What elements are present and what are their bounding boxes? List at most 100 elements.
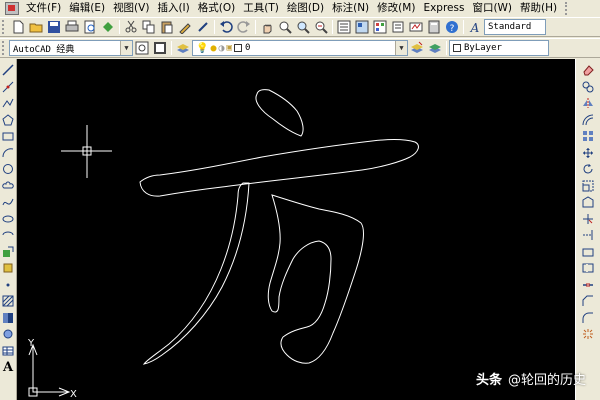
menu-help[interactable]: 帮助(H)	[516, 0, 561, 17]
linetype-dropdown[interactable]: ByLayer	[449, 40, 549, 56]
spline-icon[interactable]	[1, 195, 15, 209]
erase-icon[interactable]	[581, 63, 595, 77]
layers-toolbar: AutoCAD 经典 ▼ 💡 ● ◑ ▣ 0 ▼ ByLayer	[0, 38, 600, 58]
line-icon[interactable]	[1, 63, 15, 77]
zoom-window-icon[interactable]	[295, 19, 311, 35]
menu-express[interactable]: Express	[419, 0, 468, 17]
zoom-realtime-icon[interactable]	[277, 19, 293, 35]
move-icon[interactable]	[581, 146, 595, 160]
match-properties-icon[interactable]	[177, 19, 193, 35]
workspace-settings-icon[interactable]	[134, 40, 150, 56]
layer-manager-icon[interactable]	[175, 40, 191, 56]
scale-icon[interactable]	[581, 179, 595, 193]
break-at-point-icon[interactable]	[581, 245, 595, 259]
pan-icon[interactable]	[259, 19, 275, 35]
ellipse-arc-icon[interactable]	[1, 228, 15, 242]
hatch-icon[interactable]	[1, 294, 15, 308]
redo-icon[interactable]	[236, 19, 252, 35]
point-icon[interactable]	[1, 278, 15, 292]
menu-insert[interactable]: 插入(I)	[153, 0, 193, 17]
make-current-layer-icon[interactable]	[409, 40, 425, 56]
make-block-icon[interactable]	[1, 261, 15, 275]
menu-file[interactable]: 文件(F)	[22, 0, 65, 17]
multiline-text-icon[interactable]: A	[1, 360, 15, 374]
fillet-icon[interactable]	[581, 311, 595, 325]
rectangle-icon[interactable]	[1, 129, 15, 143]
explode-icon[interactable]	[581, 327, 595, 341]
cut-icon[interactable]	[123, 19, 139, 35]
chevron-down-icon[interactable]: ▼	[395, 41, 407, 55]
extend-icon[interactable]	[581, 228, 595, 242]
array-icon[interactable]	[581, 129, 595, 143]
text-style-icon[interactable]: A	[467, 19, 483, 35]
ucs-icon	[28, 343, 71, 397]
copy-object-icon[interactable]	[581, 80, 595, 94]
chevron-down-icon[interactable]: ▼	[120, 41, 132, 55]
layer-dropdown[interactable]: 💡 ● ◑ ▣ 0 ▼	[192, 40, 408, 56]
markup-icon[interactable]	[408, 19, 424, 35]
polygon-icon[interactable]	[1, 113, 15, 127]
character-left-sweep-outline	[142, 182, 250, 365]
undo-icon[interactable]	[218, 19, 234, 35]
menu-edit[interactable]: 编辑(E)	[65, 0, 109, 17]
gradient-icon[interactable]	[1, 311, 15, 325]
menu-dimension[interactable]: 标注(N)	[328, 0, 373, 17]
open-folder-icon[interactable]	[28, 19, 44, 35]
separator	[214, 20, 215, 34]
table-icon[interactable]	[1, 344, 15, 358]
menu-view[interactable]: 视图(V)	[109, 0, 153, 17]
print-icon[interactable]	[64, 19, 80, 35]
trim-icon[interactable]	[581, 212, 595, 226]
toolbar-grip[interactable]	[2, 41, 6, 55]
properties-icon[interactable]	[336, 19, 352, 35]
workspace-dropdown[interactable]: AutoCAD 经典 ▼	[9, 40, 133, 56]
toolbar-grip[interactable]	[2, 20, 6, 34]
lock-icon: ▣	[226, 43, 232, 53]
circle-icon[interactable]	[1, 162, 15, 176]
construction-line-icon[interactable]	[1, 80, 15, 94]
tool-palettes-icon[interactable]	[372, 19, 388, 35]
menu-grip	[565, 2, 570, 15]
publish-icon[interactable]	[100, 19, 116, 35]
print-preview-icon[interactable]	[82, 19, 98, 35]
sheet-set-icon[interactable]	[390, 19, 406, 35]
rotate-icon[interactable]	[581, 162, 595, 176]
separator	[119, 20, 120, 34]
watermark-prefix: 头条	[475, 373, 502, 388]
stretch-icon[interactable]	[581, 195, 595, 209]
break-icon[interactable]	[581, 261, 595, 275]
workspace-save-icon[interactable]	[152, 40, 168, 56]
revision-cloud-icon[interactable]	[1, 179, 15, 193]
insert-block-icon[interactable]	[1, 245, 15, 259]
menu-format[interactable]: 格式(O)	[194, 0, 239, 17]
menu-modify[interactable]: 修改(M)	[373, 0, 419, 17]
menu-draw[interactable]: 绘图(D)	[283, 0, 328, 17]
zoom-previous-icon[interactable]	[313, 19, 329, 35]
text-style-dropdown[interactable]: Standard	[484, 19, 546, 35]
copy-icon[interactable]	[141, 19, 157, 35]
menu-tools[interactable]: 工具(T)	[239, 0, 283, 17]
offset-icon[interactable]	[581, 113, 595, 127]
block-editor-icon[interactable]	[195, 19, 211, 35]
arc-icon[interactable]	[1, 146, 15, 160]
standard-toolbar: ? A Standard	[0, 17, 600, 37]
drawing-canvas[interactable]: Y X	[17, 59, 575, 400]
paste-icon[interactable]	[159, 19, 175, 35]
mirror-icon[interactable]	[581, 96, 595, 110]
help-icon[interactable]: ?	[444, 19, 460, 35]
freeze-icon: ◑	[218, 42, 225, 54]
svg-text:A: A	[470, 21, 480, 34]
new-file-icon[interactable]	[10, 19, 26, 35]
join-icon[interactable]	[581, 278, 595, 292]
calculator-icon[interactable]	[426, 19, 442, 35]
ellipse-icon[interactable]	[1, 212, 15, 226]
save-icon[interactable]	[46, 19, 62, 35]
chamfer-icon[interactable]	[581, 294, 595, 308]
region-icon[interactable]	[1, 327, 15, 341]
sun-icon: ●	[210, 42, 217, 54]
polyline-icon[interactable]	[1, 96, 15, 110]
menu-window[interactable]: 窗口(W)	[468, 0, 516, 17]
design-center-icon[interactable]	[354, 19, 370, 35]
layer-previous-icon[interactable]	[427, 40, 443, 56]
app-icon[interactable]	[5, 2, 19, 15]
